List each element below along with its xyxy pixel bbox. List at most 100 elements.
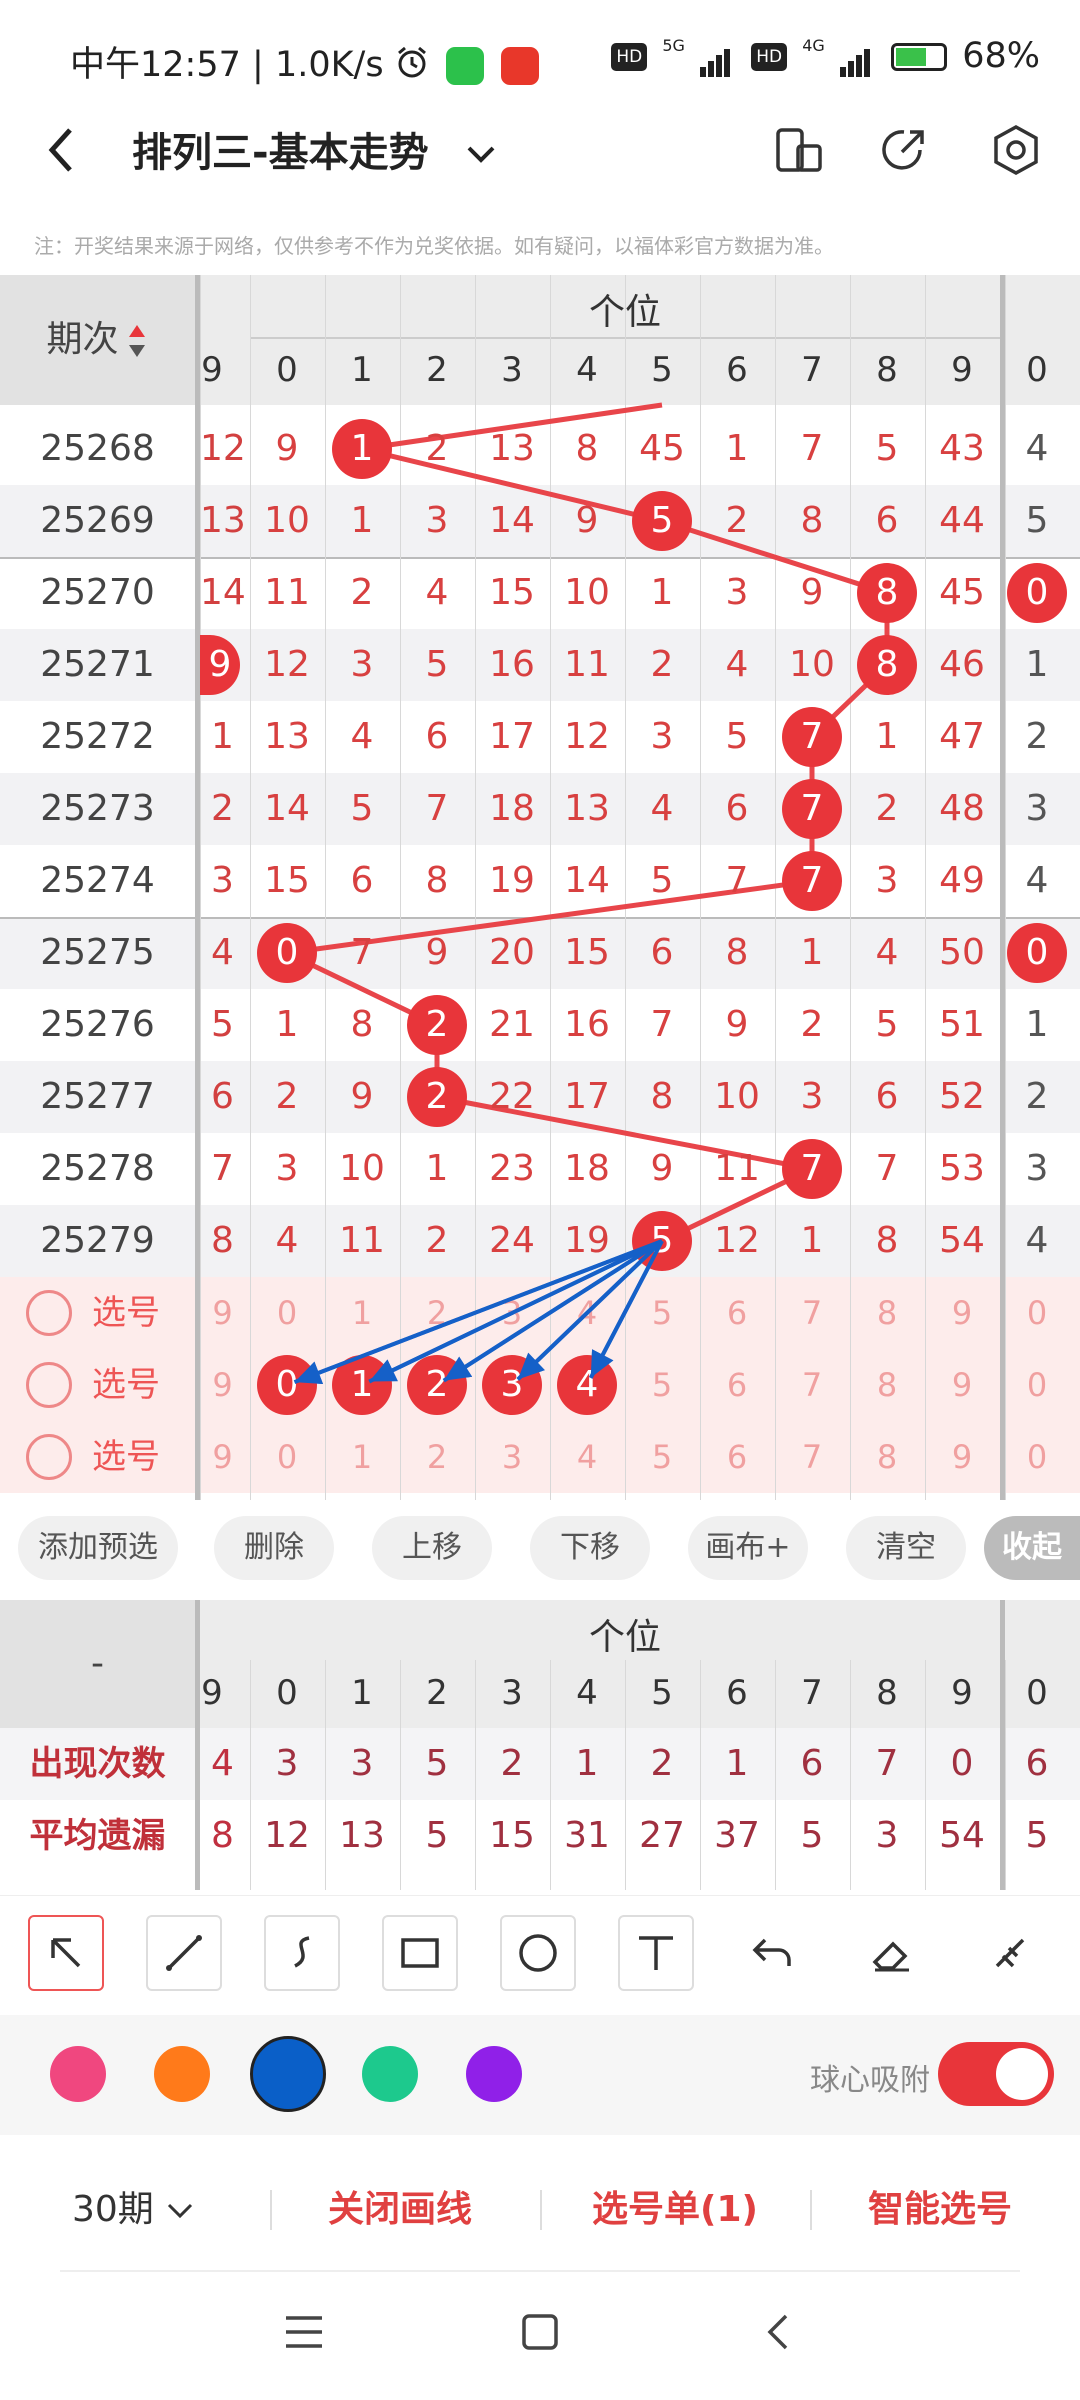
stats-cell: 12 [264, 1815, 310, 1856]
settings-icon [994, 125, 1038, 175]
pick-list-button[interactable]: 选号单(1) [592, 2180, 758, 2240]
back-button[interactable] [40, 120, 90, 180]
stats-grid-line [925, 1660, 926, 1890]
stats-row-label: 平均遗漏 [29, 1816, 166, 1856]
line-tool-icon [166, 1935, 202, 1971]
action-button-2[interactable]: 上移 [372, 1516, 492, 1580]
trend-chart[interactable]: 期次 个位 9 0 1 2 3 4 5 6 7 8 9 0 25268 12 9 1 2 13 8 45 1 7 5 43 4 252… [0, 275, 1080, 1500]
color-swatch-0[interactable] [50, 2046, 106, 2102]
snap-label: 球心吸附 [810, 2063, 930, 2098]
stats-col-header-1: 0 [276, 1673, 298, 1713]
page-title-text: 排列三-基本走势 [132, 130, 429, 176]
chevron-down-icon [467, 146, 494, 163]
stats-grid-line [850, 1660, 851, 1890]
alarm-icon [395, 45, 429, 88]
stats-cell: 5 [425, 1743, 449, 1784]
undo-button[interactable] [736, 1915, 812, 1991]
stats-col-header-3: 2 [426, 1673, 448, 1713]
stats-col-header-2: 1 [351, 1673, 373, 1713]
page-title[interactable]: 排列三-基本走势 [132, 120, 499, 178]
period-select[interactable]: 30期 [72, 2180, 195, 2240]
share-icon [882, 130, 924, 170]
close-draw-button[interactable]: 关闭画线 [328, 2180, 472, 2240]
rect-tool-button[interactable] [382, 1915, 458, 1991]
stats-grid-line [195, 1600, 200, 1890]
snap-toggle[interactable] [938, 2042, 1054, 2106]
status-bar: 中午12:57 | 1.0K/s HD 5G HD 4G 68% [0, 0, 1080, 120]
stats-cell: 4 [211, 1743, 234, 1784]
curve-tool-button[interactable] [264, 1915, 340, 1991]
net1-label: 5G [662, 36, 685, 55]
arrow-tool-icon [51, 1938, 81, 1968]
stats-cell: 13 [339, 1815, 385, 1856]
orientation-button[interactable] [770, 122, 826, 178]
stats-cell: 54 [939, 1815, 985, 1856]
hd-icon: HD [611, 43, 648, 71]
stats-cell: 27 [639, 1815, 685, 1856]
action-button-4[interactable]: 画布+ [688, 1516, 808, 1580]
action-button-1[interactable]: 删除 [214, 1516, 334, 1580]
eraser-icon [872, 1941, 909, 1972]
smart-pick-button[interactable]: 智能选号 [868, 2180, 1012, 2240]
back-nav-button[interactable] [756, 2310, 800, 2358]
settings-button[interactable] [988, 122, 1044, 178]
stats-cell: 0 [950, 1743, 974, 1784]
undo-icon [752, 1938, 791, 1966]
stats-col-header-8: 7 [801, 1673, 823, 1713]
divider-2 [540, 2190, 542, 2230]
text-tool-icon [639, 1936, 673, 1970]
action-button-5[interactable]: 清空 [846, 1516, 966, 1580]
stats-cell: 6 [1025, 1743, 1049, 1784]
line-tool-button[interactable] [146, 1915, 222, 1991]
menu-icon [286, 2316, 322, 2348]
color-swatch-3[interactable] [362, 2046, 418, 2102]
stats-table: - 个位 9 0 1 2 3 4 5 6 7 8 9 0 出现次数 4 3 3 5 2 1 2 1 6 7 0 6 平均遗漏 8 12 13… [0, 1600, 1080, 1900]
circle-tool-icon [519, 1934, 557, 1972]
stats-cell: 37 [714, 1815, 760, 1856]
stats-col-header-5: 4 [576, 1673, 598, 1713]
signal-icon-2 [839, 37, 872, 77]
net2-label: 4G [802, 36, 825, 55]
stats-cell: 5 [425, 1815, 449, 1856]
chevron-down-icon-small [168, 2203, 193, 2219]
eraser-button[interactable] [854, 1915, 930, 1991]
action-button-6[interactable]: 收起 [984, 1516, 1080, 1580]
battery-level: 68% [962, 36, 1040, 76]
stats-col-header-10: 9 [951, 1673, 973, 1713]
circle-tool-button[interactable] [500, 1915, 576, 1991]
status-time: 中午12:57 [70, 45, 241, 85]
color-swatch-4[interactable] [466, 2046, 522, 2102]
share-button[interactable] [876, 122, 932, 178]
stats-col-header-6: 5 [651, 1673, 673, 1713]
wechat-icon [445, 47, 484, 85]
stats-grid-line [475, 1660, 476, 1890]
stats-cell: 6 [800, 1743, 824, 1784]
arrow-line [516, 1239, 664, 1381]
separator [60, 2270, 1020, 2272]
clear-brush-button[interactable] [972, 1915, 1048, 1991]
action-button-0[interactable]: 添加预选 [18, 1516, 178, 1580]
menu-nav-button[interactable] [282, 2310, 326, 2358]
stats-cell: 3 [350, 1743, 374, 1784]
stats-cell: 8 [211, 1815, 234, 1856]
color-swatch-2[interactable] [250, 2036, 326, 2112]
hd-icon-2: HD [751, 43, 788, 71]
home-nav-button[interactable] [518, 2310, 562, 2358]
stats-cell: 5 [800, 1815, 824, 1856]
stats-grid-line [775, 1660, 776, 1890]
divider [270, 2190, 272, 2230]
taobao-icon [501, 47, 539, 85]
arrow-tool-button[interactable] [28, 1915, 104, 1991]
text-tool-button[interactable] [618, 1915, 694, 1991]
stats-header-label: - [0, 1600, 195, 1728]
arrow-head [443, 1356, 473, 1381]
action-button-3[interactable]: 下移 [530, 1516, 650, 1580]
stats-cell: 2 [500, 1743, 524, 1784]
stats-group-label: 个位 [588, 1617, 661, 1658]
stats-grid-line [325, 1660, 326, 1890]
divider-3 [810, 2190, 812, 2230]
stats-cell: 7 [875, 1743, 899, 1784]
status-right: HD 5G HD 4G 68% [607, 36, 1040, 77]
stats-col-header-11: 0 [1026, 1673, 1048, 1713]
color-swatch-1[interactable] [154, 2046, 210, 2102]
